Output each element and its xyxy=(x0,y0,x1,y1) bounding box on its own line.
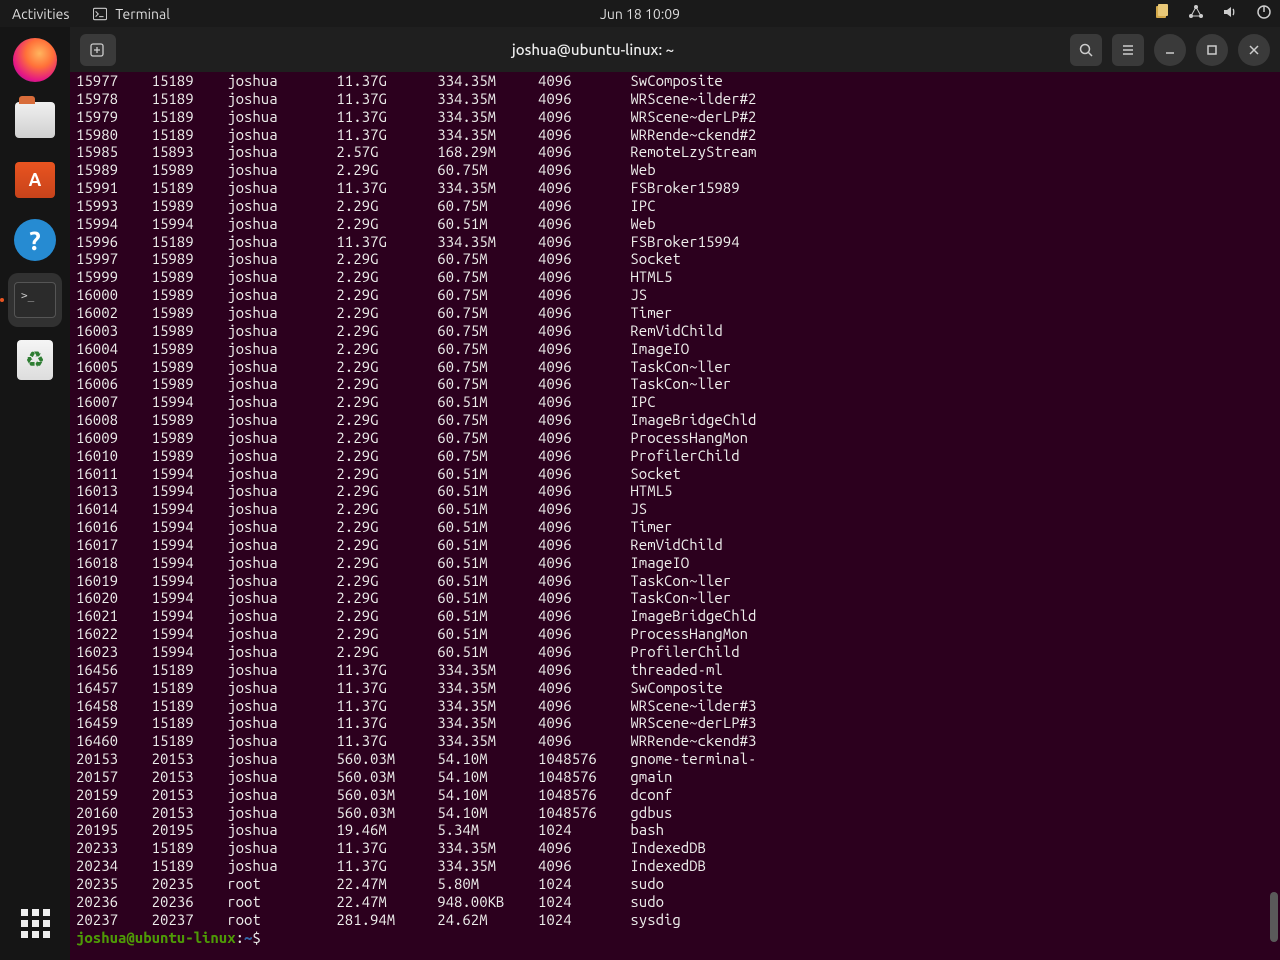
titlebar: joshua@ubuntu-linux: ~ xyxy=(70,27,1280,72)
firefox-icon xyxy=(13,38,57,82)
top-bar: Activities Terminal Jun 18 10:09 xyxy=(0,0,1280,27)
software-icon xyxy=(15,162,55,198)
dock-files[interactable] xyxy=(8,93,62,147)
power-icon[interactable] xyxy=(1256,4,1272,23)
menu-button[interactable] xyxy=(1112,34,1144,66)
terminal-body[interactable]: 15977 15189 joshua 11.37G 334.35M 4096 S… xyxy=(70,72,1280,960)
terminal-app-icon xyxy=(14,282,56,318)
dock-trash[interactable] xyxy=(8,333,62,387)
updates-icon[interactable] xyxy=(1154,4,1170,23)
activities-button[interactable]: Activities xyxy=(0,6,81,22)
new-tab-icon xyxy=(89,41,107,59)
dock-terminal[interactable] xyxy=(8,273,62,327)
minimize-button[interactable] xyxy=(1154,34,1186,66)
maximize-button[interactable] xyxy=(1196,34,1228,66)
window-title: joshua@ubuntu-linux: ~ xyxy=(116,41,1070,58)
terminal-icon xyxy=(93,7,107,21)
dock: ? xyxy=(0,27,70,960)
dock-software[interactable] xyxy=(8,153,62,207)
apps-grid-icon xyxy=(21,909,50,938)
system-tray xyxy=(1154,4,1272,23)
search-button[interactable] xyxy=(1070,34,1102,66)
clock[interactable]: Jun 18 10:09 xyxy=(600,6,680,22)
volume-icon[interactable] xyxy=(1222,4,1238,23)
network-icon[interactable] xyxy=(1188,4,1204,23)
new-tab-button[interactable] xyxy=(80,34,116,66)
close-icon xyxy=(1247,43,1261,57)
close-button[interactable] xyxy=(1238,34,1270,66)
app-menu-label: Terminal xyxy=(115,6,170,22)
scrollbar[interactable] xyxy=(1268,72,1278,960)
hamburger-icon xyxy=(1120,42,1136,58)
trash-icon xyxy=(17,340,53,380)
terminal-window: joshua@ubuntu-linux: ~ 15977 15189 joshu… xyxy=(70,27,1280,960)
maximize-icon xyxy=(1205,43,1219,57)
minimize-icon xyxy=(1163,43,1177,57)
app-menu[interactable]: Terminal xyxy=(81,6,182,22)
dock-help[interactable]: ? xyxy=(8,213,62,267)
dock-firefox[interactable] xyxy=(8,33,62,87)
scrollbar-thumb[interactable] xyxy=(1270,892,1278,942)
help-icon: ? xyxy=(14,219,56,261)
terminal-output: 15977 15189 joshua 11.37G 334.35M 4096 S… xyxy=(76,72,1280,946)
search-icon xyxy=(1078,42,1094,58)
show-applications[interactable] xyxy=(8,896,62,950)
files-icon xyxy=(15,102,55,138)
